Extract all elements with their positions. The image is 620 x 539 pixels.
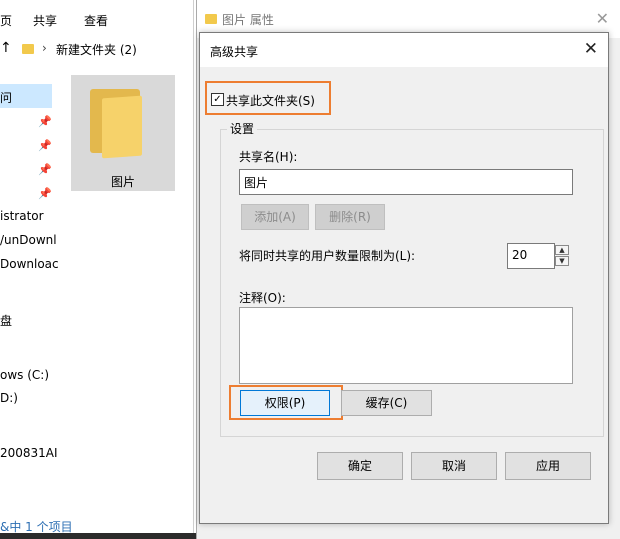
nav-item-quick-access[interactable]: 问 — [0, 89, 12, 106]
nav-item-windows-c[interactable]: ows (C:) — [0, 368, 49, 382]
add-button[interactable]: 添加(A) — [241, 204, 309, 230]
user-limit-label: 将同时共享的用户数量限制为(L): — [239, 249, 416, 263]
advanced-sharing-dialog: 高级共享 ✕ ✓ 共享此文件夹(S) 设置 共享名(H): 图片 添加(A) 删… — [199, 32, 609, 524]
share-folder-label[interactable]: 共享此文件夹(S) — [226, 92, 315, 109]
folder-label: 图片 — [110, 175, 135, 189]
nav-item-administrator[interactable]: istrator — [0, 209, 44, 223]
up-arrow-icon[interactable]: ↑ — [0, 40, 12, 56]
comment-label: 注释(O): — [239, 291, 286, 305]
nav-item-yundownload[interactable]: /unDownl — [0, 233, 57, 247]
pin-icon: 📌 — [38, 139, 52, 152]
chevron-right-icon[interactable]: › — [42, 41, 47, 55]
apply-button[interactable]: 应用 — [505, 452, 591, 480]
pin-icon: 📌 — [38, 187, 52, 200]
folder-tile-pictures[interactable]: 图片 — [71, 75, 175, 191]
close-icon[interactable]: ✕ — [584, 39, 598, 59]
share-folder-checkbox[interactable]: ✓ — [211, 93, 224, 106]
properties-title: 图片 属性 — [222, 13, 274, 27]
nav-item-downloads[interactable]: Downloac — [0, 257, 59, 271]
close-icon[interactable]: ✕ — [596, 9, 609, 28]
caching-button[interactable]: 缓存(C) — [341, 390, 432, 416]
nav-item-disk[interactable]: 盘 — [0, 312, 12, 329]
remove-button[interactable]: 删除(R) — [315, 204, 385, 230]
folder-icon — [205, 14, 217, 24]
comment-field[interactable] — [239, 307, 573, 384]
dialog-title-bar: 高级共享 ✕ — [200, 33, 608, 67]
dialog-title: 高级共享 — [210, 45, 259, 59]
spin-up-icon[interactable]: ▲ — [555, 245, 569, 255]
settings-group-legend: 设置 — [227, 120, 258, 137]
nav-item-200831ai[interactable]: 200831AI — [0, 446, 58, 460]
address-path[interactable]: 新建文件夹 (2) — [56, 41, 137, 58]
folder-icon — [22, 44, 34, 54]
pin-icon: 📌 — [38, 163, 52, 176]
spin-down-icon[interactable]: ▼ — [555, 256, 569, 266]
ribbon-tab-view[interactable]: 查看 — [84, 12, 108, 29]
ribbon-tab-home[interactable]: 页 — [0, 12, 12, 29]
user-limit-field[interactable]: 20 — [507, 243, 555, 269]
taskbar-strip — [0, 533, 196, 539]
cancel-button[interactable]: 取消 — [411, 452, 497, 480]
pin-icon: 📌 — [38, 115, 52, 128]
ribbon-tab-share[interactable]: 共享 — [33, 12, 57, 29]
nav-item-drive-d[interactable]: D:) — [0, 391, 18, 405]
share-name-field[interactable]: 图片 — [239, 169, 573, 195]
permissions-button[interactable]: 权限(P) — [240, 390, 330, 416]
ok-button[interactable]: 确定 — [317, 452, 403, 480]
share-name-label: 共享名(H): — [239, 150, 298, 164]
